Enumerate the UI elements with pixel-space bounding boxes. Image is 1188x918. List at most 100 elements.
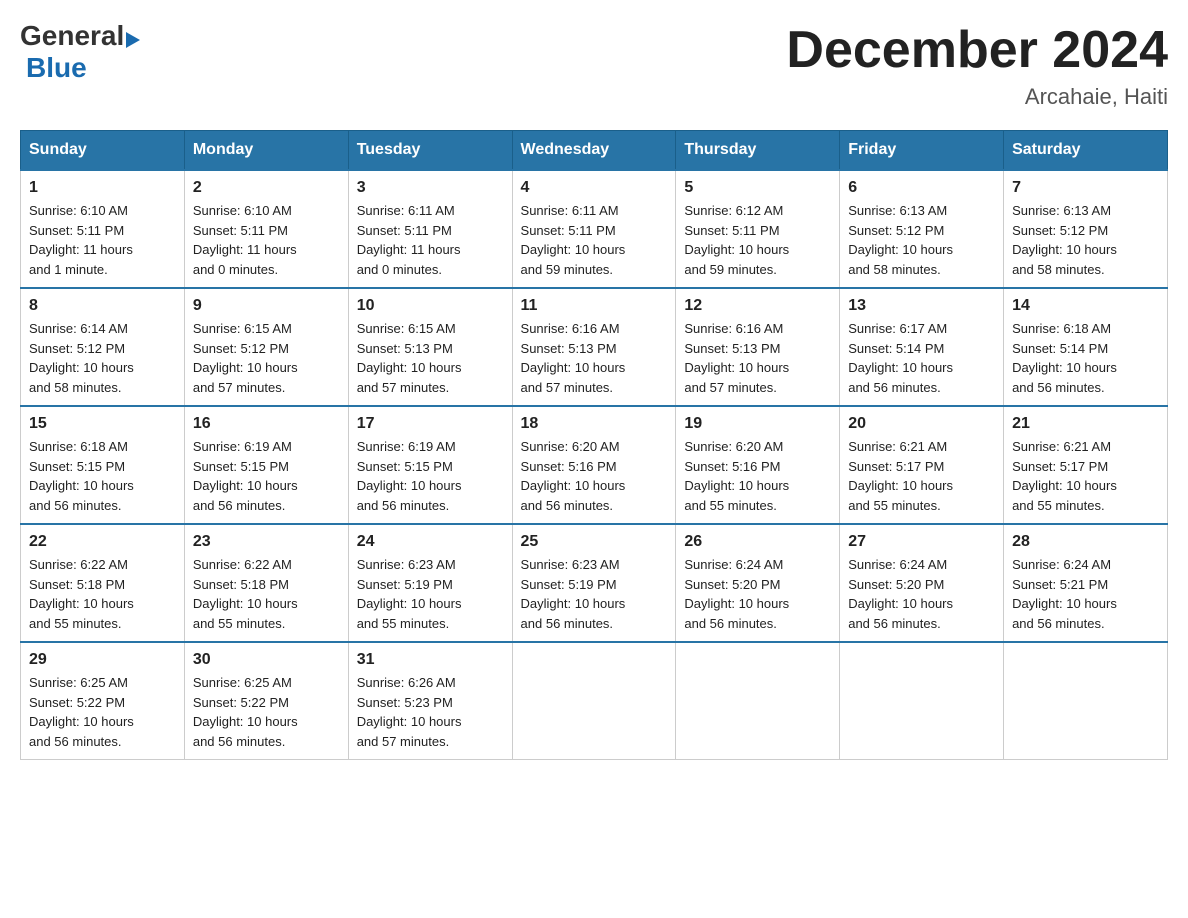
day-number: 6 — [848, 179, 995, 197]
header-thursday: Thursday — [676, 131, 840, 171]
day-info: Sunrise: 6:19 AMSunset: 5:15 PMDaylight:… — [193, 439, 298, 513]
day-cell: 31Sunrise: 6:26 AMSunset: 5:23 PMDayligh… — [348, 642, 512, 760]
day-number: 27 — [848, 533, 995, 551]
day-cell: 15 Sunrise: 6:18 AMSunset: 5:15 PMDayligh… — [21, 406, 185, 524]
day-number: 11 — [521, 297, 668, 315]
day-info: Sunrise: 6:10 AMSunset: 5:11 PMDaylight:… — [193, 203, 297, 277]
day-info: Sunrise: 6:25 AMSunset: 5:22 PMDaylight:… — [193, 675, 298, 749]
day-info: Sunrise: 6:15 AMSunset: 5:13 PMDaylight:… — [357, 321, 462, 395]
day-info: Sunrise: 6:18 AMSunset: 5:14 PMDaylight:… — [1012, 321, 1117, 395]
day-number: 23 — [193, 533, 340, 551]
day-info: Sunrise: 6:21 AMSunset: 5:17 PMDaylight:… — [848, 439, 953, 513]
calendar-table: SundayMondayTuesdayWednesdayThursdayFrid… — [20, 130, 1168, 760]
day-cell — [1004, 642, 1168, 760]
day-cell: 20 Sunrise: 6:21 AMSunset: 5:17 PMDayligh… — [840, 406, 1004, 524]
day-cell: 1 Sunrise: 6:10 AMSunset: 5:11 PMDaylight… — [21, 170, 185, 288]
day-info: Sunrise: 6:16 AMSunset: 5:13 PMDaylight:… — [684, 321, 789, 395]
day-info: Sunrise: 6:19 AMSunset: 5:15 PMDaylight:… — [357, 439, 462, 513]
day-cell: 25Sunrise: 6:23 AMSunset: 5:19 PMDayligh… — [512, 524, 676, 642]
day-cell: 13Sunrise: 6:17 AMSunset: 5:14 PMDayligh… — [840, 288, 1004, 406]
header-wednesday: Wednesday — [512, 131, 676, 171]
header-monday: Monday — [184, 131, 348, 171]
day-info: Sunrise: 6:24 AMSunset: 5:20 PMDaylight:… — [848, 557, 953, 631]
day-cell: 26 Sunrise: 6:24 AMSunset: 5:20 PMDayligh… — [676, 524, 840, 642]
day-info: Sunrise: 6:16 AMSunset: 5:13 PMDaylight:… — [521, 321, 626, 395]
day-cell: 17 Sunrise: 6:19 AMSunset: 5:15 PMDayligh… — [348, 406, 512, 524]
calendar-title: December 2024 — [786, 20, 1168, 80]
day-number: 19 — [684, 415, 831, 433]
day-info: Sunrise: 6:11 AMSunset: 5:11 PMDaylight:… — [521, 203, 626, 277]
week-row-1: 1 Sunrise: 6:10 AMSunset: 5:11 PMDaylight… — [21, 170, 1168, 288]
logo-blue-text: Blue — [26, 52, 87, 83]
header-saturday: Saturday — [1004, 131, 1168, 171]
day-number: 10 — [357, 297, 504, 315]
calendar-header: SundayMondayTuesdayWednesdayThursdayFrid… — [21, 131, 1168, 171]
day-cell: 12 Sunrise: 6:16 AMSunset: 5:13 PMDayligh… — [676, 288, 840, 406]
day-number: 30 — [193, 651, 340, 669]
day-info: Sunrise: 6:13 AMSunset: 5:12 PMDaylight:… — [1012, 203, 1117, 277]
day-number: 26 — [684, 533, 831, 551]
day-number: 13 — [848, 297, 995, 315]
day-info: Sunrise: 6:10 AMSunset: 5:11 PMDaylight:… — [29, 203, 133, 277]
day-number: 5 — [684, 179, 831, 197]
day-number: 20 — [848, 415, 995, 433]
day-cell: 5Sunrise: 6:12 AMSunset: 5:11 PMDaylight… — [676, 170, 840, 288]
logo: General Blue — [20, 20, 140, 84]
day-cell: 8Sunrise: 6:14 AMSunset: 5:12 PMDaylight… — [21, 288, 185, 406]
day-number: 28 — [1012, 533, 1159, 551]
day-cell — [840, 642, 1004, 760]
day-cell: 29Sunrise: 6:25 AMSunset: 5:22 PMDayligh… — [21, 642, 185, 760]
day-info: Sunrise: 6:21 AMSunset: 5:17 PMDaylight:… — [1012, 439, 1117, 513]
day-number: 15 — [29, 415, 176, 433]
day-cell: 2 Sunrise: 6:10 AMSunset: 5:11 PMDaylight… — [184, 170, 348, 288]
page-header: General Blue December 2024 Arcahaie, Hai… — [20, 20, 1168, 110]
header-tuesday: Tuesday — [348, 131, 512, 171]
day-number: 21 — [1012, 415, 1159, 433]
day-info: Sunrise: 6:20 AMSunset: 5:16 PMDaylight:… — [684, 439, 789, 513]
day-cell: 4Sunrise: 6:11 AMSunset: 5:11 PMDaylight… — [512, 170, 676, 288]
calendar-body: 1 Sunrise: 6:10 AMSunset: 5:11 PMDaylight… — [21, 170, 1168, 760]
day-info: Sunrise: 6:18 AMSunset: 5:15 PMDaylight:… — [29, 439, 134, 513]
day-info: Sunrise: 6:14 AMSunset: 5:12 PMDaylight:… — [29, 321, 134, 395]
day-cell: 22Sunrise: 6:22 AMSunset: 5:18 PMDayligh… — [21, 524, 185, 642]
day-cell — [512, 642, 676, 760]
day-info: Sunrise: 6:23 AMSunset: 5:19 PMDaylight:… — [521, 557, 626, 631]
day-info: Sunrise: 6:20 AMSunset: 5:16 PMDaylight:… — [521, 439, 626, 513]
day-cell: 24 Sunrise: 6:23 AMSunset: 5:19 PMDayligh… — [348, 524, 512, 642]
day-number: 1 — [29, 179, 176, 197]
day-number: 16 — [193, 415, 340, 433]
day-cell: 16 Sunrise: 6:19 AMSunset: 5:15 PMDayligh… — [184, 406, 348, 524]
logo-arrow-icon — [126, 32, 140, 48]
day-number: 24 — [357, 533, 504, 551]
logo-general-text: General — [20, 20, 124, 52]
day-number: 29 — [29, 651, 176, 669]
day-info: Sunrise: 6:24 AMSunset: 5:20 PMDaylight:… — [684, 557, 789, 631]
day-info: Sunrise: 6:13 AMSunset: 5:12 PMDaylight:… — [848, 203, 953, 277]
calendar-subtitle: Arcahaie, Haiti — [786, 84, 1168, 110]
day-cell: 23Sunrise: 6:22 AMSunset: 5:18 PMDayligh… — [184, 524, 348, 642]
day-cell: 3Sunrise: 6:11 AMSunset: 5:11 PMDaylight… — [348, 170, 512, 288]
day-cell: 9Sunrise: 6:15 AMSunset: 5:12 PMDaylight… — [184, 288, 348, 406]
day-cell: 27 Sunrise: 6:24 AMSunset: 5:20 PMDayligh… — [840, 524, 1004, 642]
day-cell: 10 Sunrise: 6:15 AMSunset: 5:13 PMDayligh… — [348, 288, 512, 406]
day-number: 17 — [357, 415, 504, 433]
day-number: 18 — [521, 415, 668, 433]
week-row-5: 29 Sunrise: 6:25 AMSunset: 5:22 PMDayligh… — [21, 642, 1168, 760]
day-cell: 19 Sunrise: 6:20 AMSunset: 5:16 PMDayligh… — [676, 406, 840, 524]
header-sunday: Sunday — [21, 131, 185, 171]
day-cell — [676, 642, 840, 760]
day-info: Sunrise: 6:23 AMSunset: 5:19 PMDaylight:… — [357, 557, 462, 631]
day-number: 14 — [1012, 297, 1159, 315]
day-cell: 18 Sunrise: 6:20 AMSunset: 5:16 PMDayligh… — [512, 406, 676, 524]
day-cell: 30 Sunrise: 6:25 AMSunset: 5:22 PMDayligh… — [184, 642, 348, 760]
week-row-2: 8Sunrise: 6:14 AMSunset: 5:12 PMDaylight… — [21, 288, 1168, 406]
day-info: Sunrise: 6:15 AMSunset: 5:12 PMDaylight:… — [193, 321, 298, 395]
day-number: 22 — [29, 533, 176, 551]
day-cell: 28 Sunrise: 6:24 AMSunset: 5:21 PMDayligh… — [1004, 524, 1168, 642]
day-number: 12 — [684, 297, 831, 315]
day-number: 2 — [193, 179, 340, 197]
week-row-3: 15 Sunrise: 6:18 AMSunset: 5:15 PMDayligh… — [21, 406, 1168, 524]
day-info: Sunrise: 6:11 AMSunset: 5:11 PMDaylight:… — [357, 203, 461, 277]
day-info: Sunrise: 6:24 AMSunset: 5:21 PMDaylight:… — [1012, 557, 1117, 631]
day-cell: 21 Sunrise: 6:21 AMSunset: 5:17 PMDayligh… — [1004, 406, 1168, 524]
